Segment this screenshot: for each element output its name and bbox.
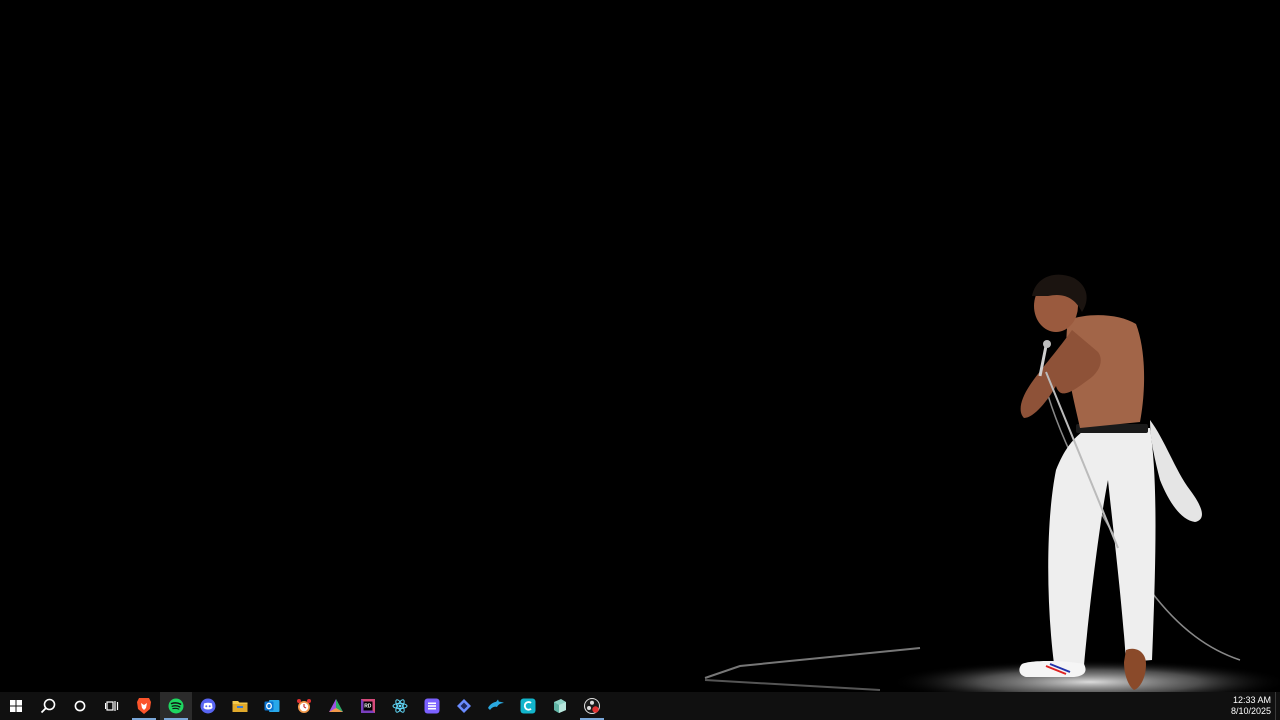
wallpaper-performer xyxy=(704,274,1280,692)
clock-time: 12:33 AM xyxy=(1232,695,1271,705)
task-view-button[interactable] xyxy=(96,692,128,720)
search-button[interactable] xyxy=(32,692,64,720)
search-icon xyxy=(40,698,56,714)
dolphin-icon xyxy=(488,699,504,710)
start-button[interactable] xyxy=(0,692,32,720)
taskbar-app-discord[interactable] xyxy=(192,692,224,720)
diamond-icon xyxy=(457,699,471,713)
taskbar-app-spotify[interactable] xyxy=(160,692,192,720)
brave-lion-icon xyxy=(137,698,151,714)
atom-icon xyxy=(392,699,408,713)
taskbar-app-brave[interactable] xyxy=(128,692,160,720)
taskbar-app-file-explorer[interactable] xyxy=(224,692,256,720)
alarm-clock-icon xyxy=(297,699,311,713)
spotify-icon xyxy=(168,698,184,714)
taskbar-app-outlook[interactable] xyxy=(256,692,288,720)
glass-cube-icon xyxy=(554,699,566,713)
system-clock[interactable]: 12:33 AM 8/10/2025 xyxy=(1227,692,1275,720)
obs-icon xyxy=(584,698,600,714)
triangle-prism-icon xyxy=(329,699,343,712)
taskbar-app-notes[interactable] xyxy=(416,692,448,720)
taskbar-app-glass[interactable] xyxy=(544,692,576,720)
show-desktop-button[interactable] xyxy=(1275,692,1280,720)
lines-app-icon xyxy=(424,698,440,714)
taskbar-app-rider[interactable]: RD xyxy=(352,692,384,720)
taskbar-app-alarm-clock[interactable] xyxy=(288,692,320,720)
c-letter-icon xyxy=(520,698,536,714)
svg-text:RD: RD xyxy=(364,704,372,710)
outlook-icon xyxy=(264,700,280,712)
clock-date: 8/10/2025 xyxy=(1230,706,1271,716)
cortana-circle-icon xyxy=(74,700,86,712)
windows-logo-icon xyxy=(10,700,22,712)
rider-icon: RD xyxy=(361,699,375,713)
cortana-button[interactable] xyxy=(64,692,96,720)
taskbar-app-diamond[interactable] xyxy=(448,692,480,720)
desktop[interactable] xyxy=(0,0,1280,692)
taskbar-app-react-devtools[interactable] xyxy=(384,692,416,720)
taskbar-app-prism[interactable] xyxy=(320,692,352,720)
taskbar-app-obs[interactable] xyxy=(576,692,608,720)
taskbar-app-c[interactable] xyxy=(512,692,544,720)
discord-icon xyxy=(200,698,216,714)
taskbar-app-dolphin[interactable] xyxy=(480,692,512,720)
task-view-icon xyxy=(105,701,119,711)
folder-icon xyxy=(232,701,248,712)
taskbar: RD 12:33 AM 8/10/2025 xyxy=(0,692,1280,720)
